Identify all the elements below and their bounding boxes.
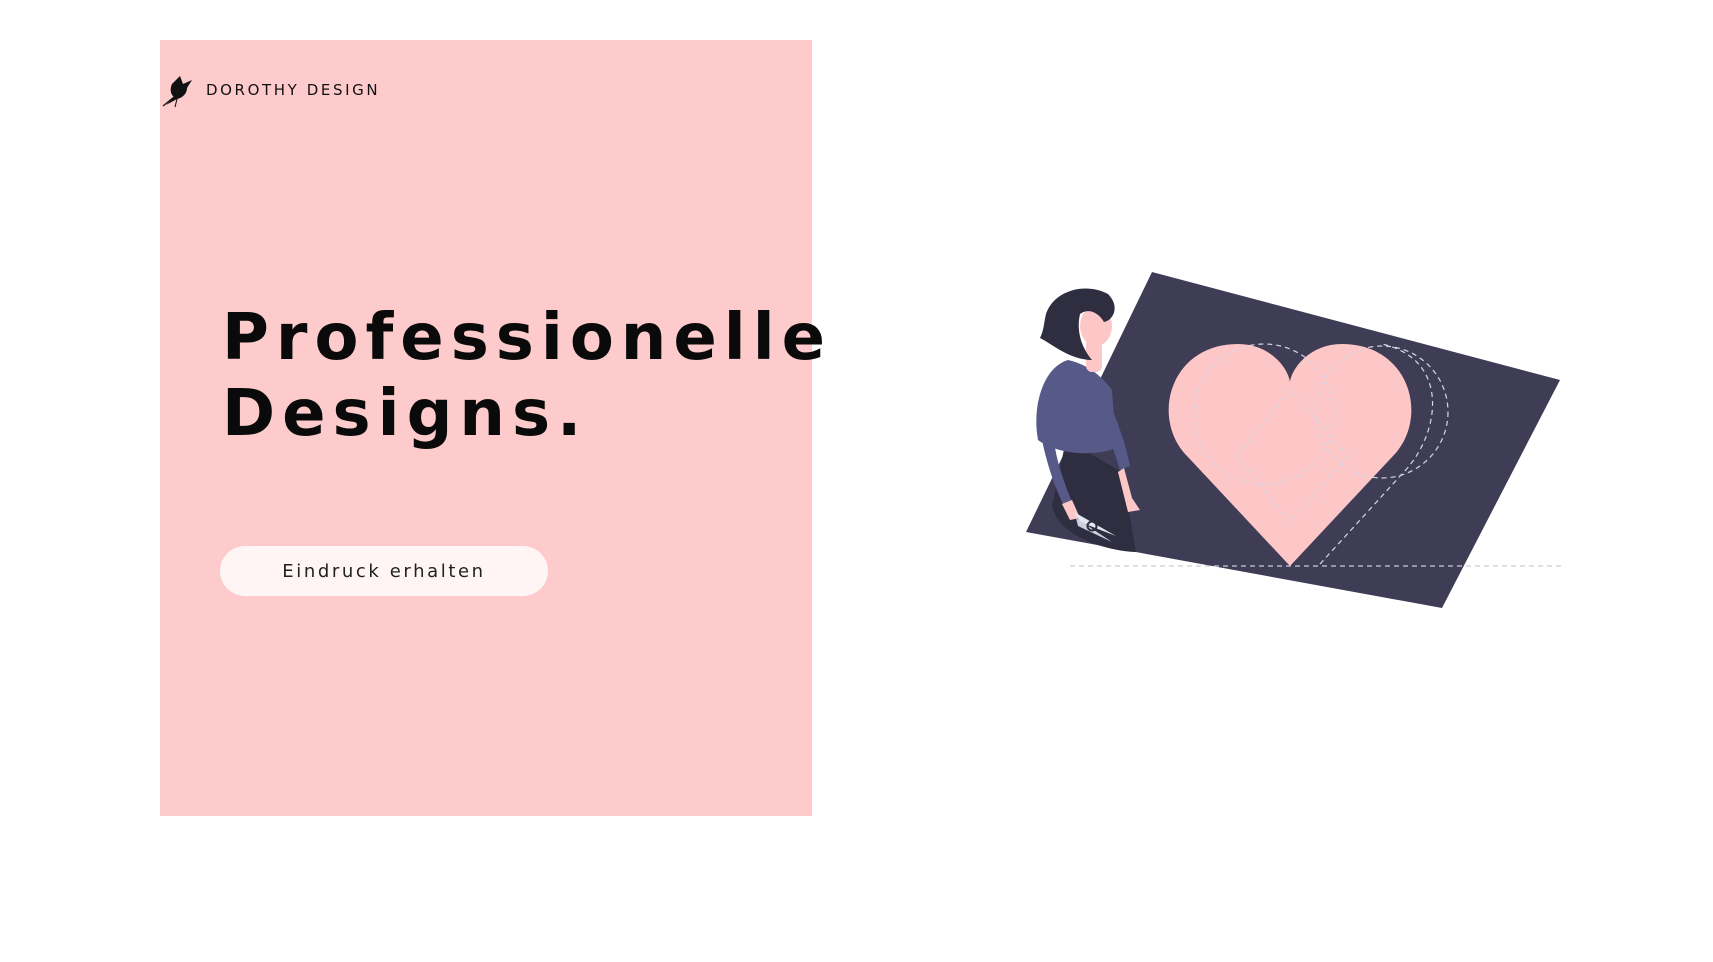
headline-line-1: Professionelle: [222, 301, 833, 375]
hummingbird-icon: [162, 76, 192, 108]
hero-headline: Professionelle Designs.: [222, 300, 832, 452]
woman-cutting-heart-illustration: [1026, 272, 1565, 608]
cta-button[interactable]: Eindruck erhalten: [220, 546, 548, 596]
brand-link[interactable]: DOROTHY DESIGN: [160, 72, 380, 108]
brand-name: DOROTHY DESIGN: [206, 81, 381, 99]
landing-page: DOROTHY DESIGN Professionelle Designs. E…: [0, 0, 1713, 962]
headline-line-2: Designs.: [222, 377, 589, 451]
